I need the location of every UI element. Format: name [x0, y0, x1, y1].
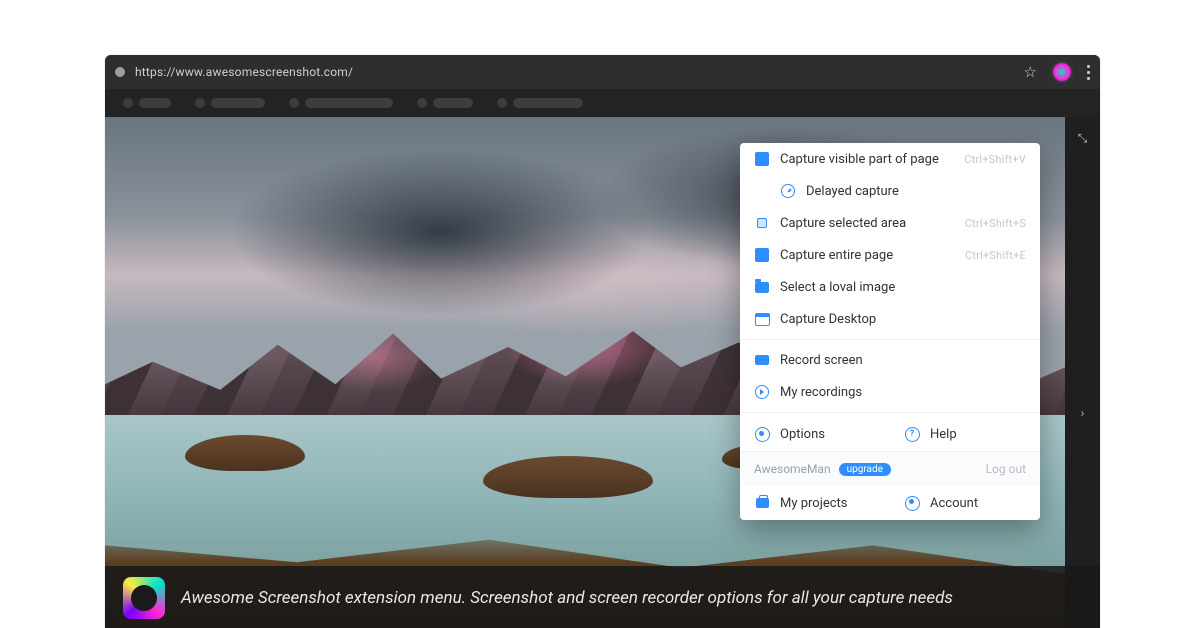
browser-menu-icon[interactable]	[1087, 65, 1090, 80]
shortcut-text: Ctrl+Shift+S	[965, 217, 1026, 230]
bookmark-star-icon[interactable]: ☆	[1024, 63, 1037, 81]
camera-icon	[754, 352, 770, 368]
menu-my-recordings[interactable]: My recordings	[740, 376, 1040, 408]
help-icon: ?	[904, 426, 920, 442]
square-icon	[754, 247, 770, 263]
menu-capture-entire[interactable]: Capture entire page Ctrl+Shift+E	[740, 239, 1040, 271]
right-side-panel: ⤡ ›	[1065, 117, 1100, 628]
menu-label: Account	[930, 496, 978, 511]
url-field[interactable]: https://www.awesomescreenshot.com/	[135, 65, 1014, 79]
menu-my-projects[interactable]: My projects	[740, 486, 890, 520]
gear-icon	[754, 426, 770, 442]
timer-icon	[780, 183, 796, 199]
caption-text: Awesome Screenshot extension menu. Scree…	[181, 587, 953, 609]
menu-account[interactable]: Account	[890, 486, 1040, 520]
menu-record-screen[interactable]: Record screen	[740, 344, 1040, 376]
username-text: AwesomeMan	[754, 462, 831, 476]
folder-icon	[754, 279, 770, 295]
user-row: AwesomeMan upgrade Log out	[740, 451, 1040, 486]
upgrade-badge[interactable]: upgrade	[839, 463, 891, 476]
menu-label: Capture visible part of page	[780, 152, 954, 167]
extension-icon[interactable]	[1051, 61, 1073, 83]
awesome-screenshot-logo-icon	[123, 577, 165, 619]
browser-window: https://www.awesomescreenshot.com/ ☆	[105, 55, 1100, 628]
menu-options[interactable]: Options	[740, 417, 890, 451]
extension-popup: Capture visible part of page Ctrl+Shift+…	[740, 143, 1040, 520]
chevron-right-icon[interactable]: ›	[1081, 406, 1085, 420]
window-icon	[754, 311, 770, 327]
user-icon	[904, 495, 920, 511]
menu-label: Capture Desktop	[780, 312, 1026, 327]
bookmarks-bar	[105, 89, 1100, 117]
menu-label: Options	[780, 427, 825, 442]
menu-label: Record screen	[780, 353, 1026, 368]
site-identity-icon	[115, 67, 125, 77]
page-content: ⤡ › Capture visible part of page Ctrl+Sh…	[105, 117, 1100, 628]
menu-label: Help	[930, 427, 957, 442]
menu-select-local-image[interactable]: Select a loval image	[740, 271, 1040, 303]
menu-capture-visible[interactable]: Capture visible part of page Ctrl+Shift+…	[740, 143, 1040, 175]
menu-delayed-capture[interactable]: Delayed capture	[740, 175, 1040, 207]
menu-capture-desktop[interactable]: Capture Desktop	[740, 303, 1040, 335]
caption-bar: Awesome Screenshot extension menu. Scree…	[105, 566, 1100, 628]
shortcut-text: Ctrl+Shift+V	[964, 153, 1026, 166]
menu-label: Capture selected area	[780, 216, 955, 231]
menu-label: Delayed capture	[806, 184, 1026, 199]
menu-capture-selected[interactable]: Capture selected area Ctrl+Shift+S	[740, 207, 1040, 239]
square-small-icon	[754, 215, 770, 231]
shortcut-text: Ctrl+Shift+E	[965, 249, 1026, 262]
collapse-icon[interactable]: ⤡	[1078, 131, 1088, 146]
menu-label: My projects	[780, 496, 848, 511]
menu-label: Select a loval image	[780, 280, 1026, 295]
play-icon	[754, 384, 770, 400]
menu-label: My recordings	[780, 385, 1026, 400]
menu-help[interactable]: ? Help	[890, 417, 1040, 451]
briefcase-icon	[754, 495, 770, 511]
logout-link[interactable]: Log out	[986, 462, 1026, 476]
menu-label: Capture entire page	[780, 248, 955, 263]
square-icon	[754, 151, 770, 167]
address-bar: https://www.awesomescreenshot.com/ ☆	[105, 55, 1100, 89]
